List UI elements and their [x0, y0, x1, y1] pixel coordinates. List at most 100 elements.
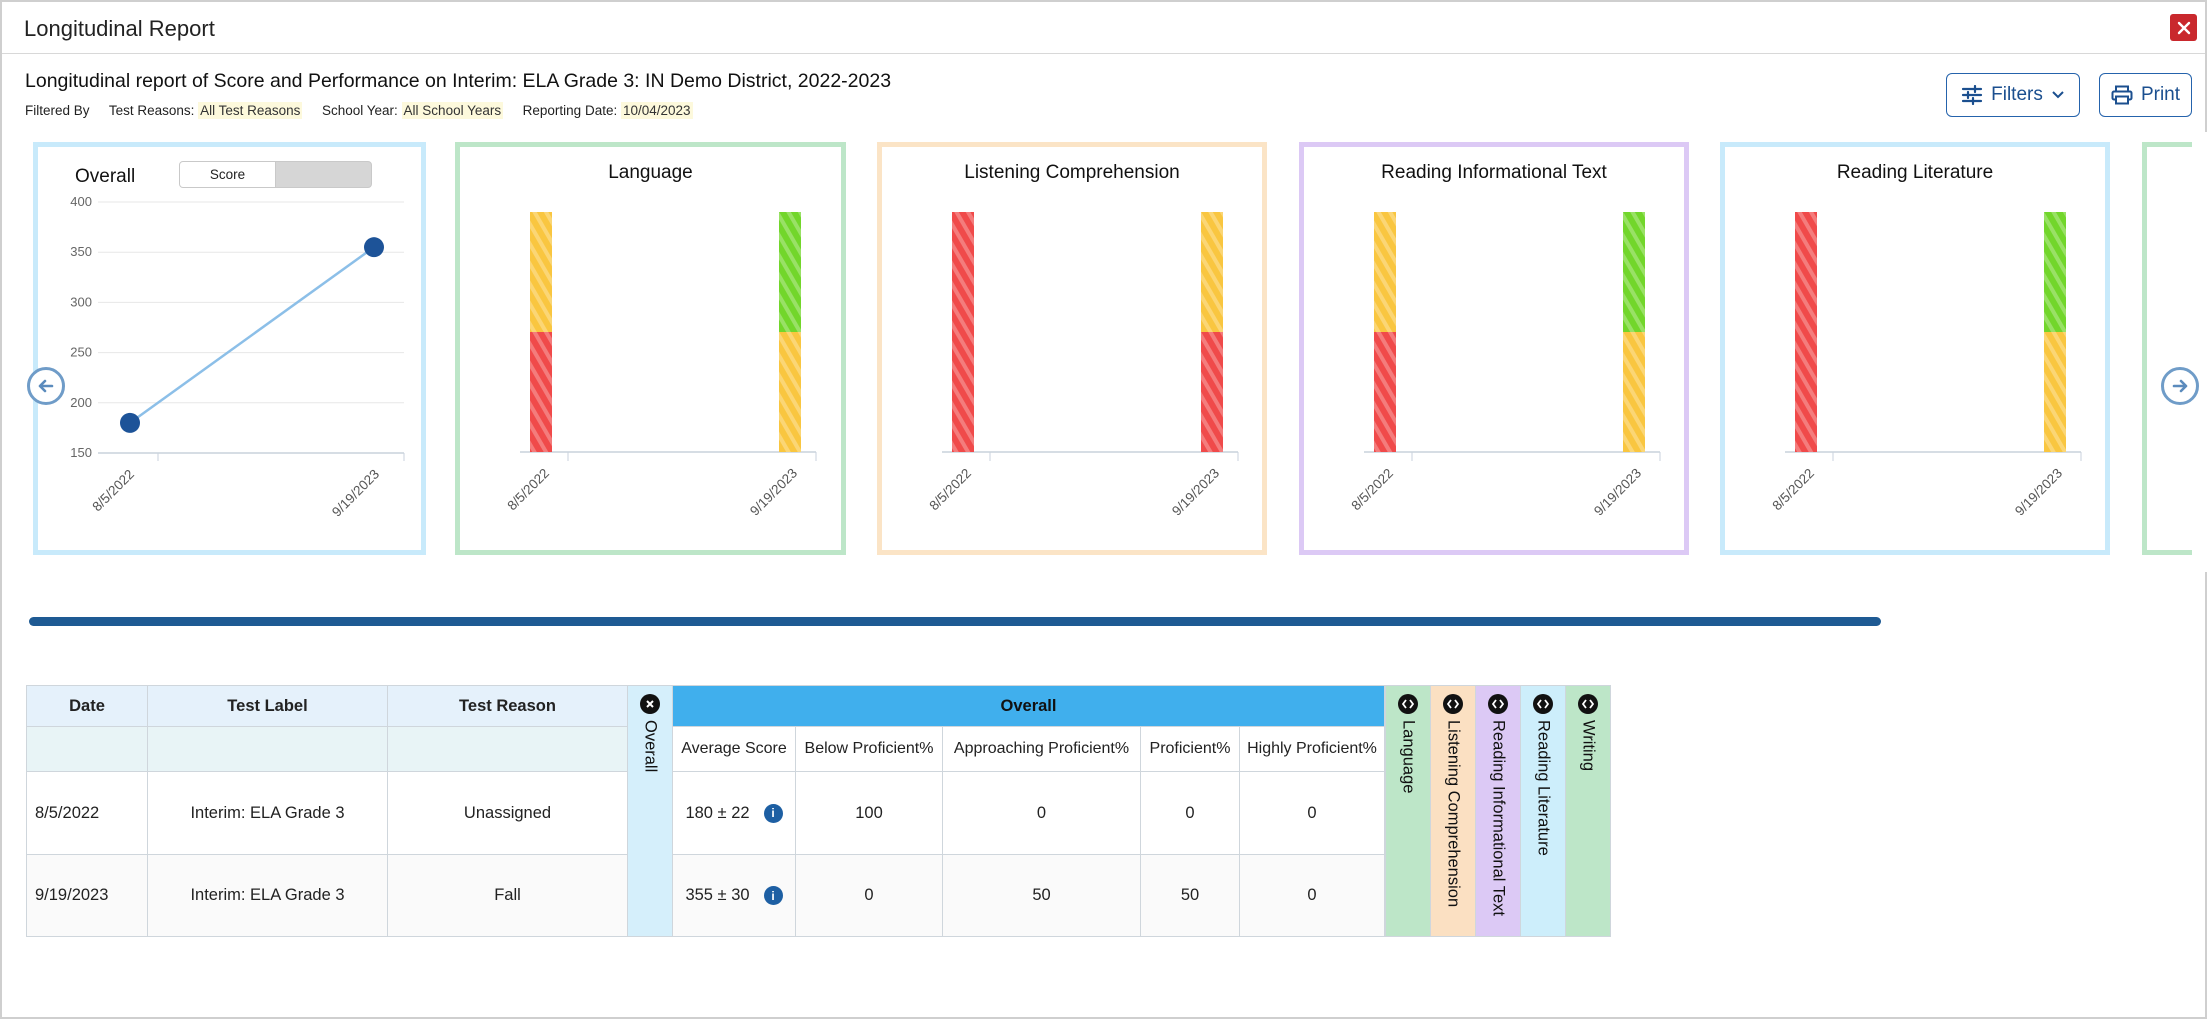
- x-tick-label: 8/5/2022: [504, 466, 552, 514]
- listening-comprehension-card[interactable]: Listening Comprehension 8/5/2022 9/19/202…: [877, 142, 1267, 555]
- row-1-proficient: 0: [1140, 771, 1240, 855]
- filtered-by-label: Filtered By: [25, 103, 90, 118]
- performance-bar-segment: [952, 212, 974, 452]
- filter-value-test-reasons: All Test Reasons: [198, 102, 303, 119]
- performance-bar-segment: [779, 332, 801, 452]
- expand-icon[interactable]: [1533, 694, 1553, 714]
- filter-value-school-year: All School Years: [401, 102, 504, 119]
- header-average-score[interactable]: Average Score: [672, 726, 796, 772]
- filter-summary: Filtered By Test Reasons: All Test Reaso…: [25, 102, 693, 119]
- header-date[interactable]: Date: [26, 685, 148, 727]
- collapse-icon[interactable]: [640, 694, 660, 714]
- writing-column-label: Writing: [1579, 720, 1598, 772]
- row-1-average-score: 180 ± 22 i: [672, 771, 796, 855]
- report-heading: Longitudinal report of Score and Perform…: [25, 70, 892, 92]
- filter-cell-test-label: [147, 726, 388, 772]
- y-tick-label: 250: [70, 345, 92, 360]
- reading-informational-text-expand-column[interactable]: Reading Informational Text: [1475, 685, 1521, 937]
- overall-collapse-column[interactable]: Overall: [627, 685, 673, 937]
- language-column-label: Language: [1399, 720, 1418, 794]
- row-2-approaching-proficient: 50: [942, 854, 1141, 937]
- filter-label-school-year: School Year:: [321, 103, 398, 118]
- row-1-test-label: Interim: ELA Grade 3: [147, 771, 388, 855]
- performance-bar-segment: [1795, 212, 1817, 452]
- performance-bar-segment: [1374, 332, 1396, 452]
- x-tick-label: 9/19/2023: [747, 466, 800, 519]
- close-button[interactable]: [2170, 14, 2197, 41]
- title-bar: Longitudinal Report: [2, 2, 2205, 54]
- x-tick-label: 9/19/2023: [1169, 466, 1222, 519]
- filters-button-label: Filters: [1991, 84, 2043, 105]
- header-below-proficient[interactable]: Below Proficient%: [795, 726, 943, 772]
- chevron-down-icon: [2052, 91, 2064, 99]
- row-1-approaching-proficient: 0: [942, 771, 1141, 855]
- row-1-test-reason: Unassigned: [387, 771, 628, 855]
- reading-informational-text-card[interactable]: Reading Informational Text 8/5/2022 9/19/…: [1299, 142, 1689, 555]
- y-tick-label: 400: [70, 194, 92, 209]
- filters-button[interactable]: Filters: [1946, 73, 2080, 117]
- expand-icon[interactable]: [1578, 694, 1598, 714]
- x-tick-label: 9/19/2023: [2012, 466, 2065, 519]
- performance-bar-segment: [1201, 212, 1223, 332]
- x-tick-label: 8/5/2022: [926, 466, 974, 514]
- carousel-previous-button[interactable]: [27, 367, 65, 405]
- sliders-icon: [1962, 85, 1983, 105]
- expand-icon[interactable]: [1443, 694, 1463, 714]
- print-button-label: Print: [2140, 84, 2181, 105]
- performance-bar-segment: [1374, 212, 1396, 332]
- expand-icon[interactable]: [1398, 694, 1418, 714]
- performance-bar-segment: [1623, 212, 1645, 332]
- reading-literature-card[interactable]: Reading Literature 8/5/2022 9/19/2023: [1720, 142, 2110, 555]
- results-table: Date Test Label Test Reason Overall Over…: [26, 685, 1613, 937]
- carousel-scrollbar[interactable]: [29, 617, 1881, 626]
- language-expand-column[interactable]: Language: [1385, 685, 1431, 937]
- row-2-test-reason: Fall: [387, 854, 628, 937]
- series-line: [129, 246, 375, 424]
- listening-comprehension-bar-chart: 8/5/2022 9/19/2023: [926, 212, 1239, 519]
- filter-value-reporting-date: 10/04/2023: [620, 102, 693, 119]
- row-2-proficient: 50: [1140, 854, 1240, 937]
- overall-card[interactable]: Overall Score 400 350 300 250 200 150 8/5/2022…: [33, 142, 426, 555]
- print-button[interactable]: Print: [2099, 73, 2192, 117]
- y-tick-label: 200: [70, 395, 92, 410]
- language-card[interactable]: Language 8/5/2022 9/19/2023: [455, 142, 846, 555]
- carousel-next-button[interactable]: [2161, 367, 2199, 405]
- header-highly-proficient[interactable]: Highly Proficient%: [1239, 726, 1385, 772]
- writing-expand-column[interactable]: Writing: [1565, 685, 1611, 937]
- reading-informational-text-bar-chart: 8/5/2022 9/19/2023: [1348, 212, 1661, 519]
- listening-comprehension-column-label: Listening Comprehension: [1444, 720, 1463, 908]
- x-tick-label: 8/5/2022: [1348, 466, 1396, 514]
- filter-label-test-reasons: Test Reasons:: [108, 103, 195, 118]
- close-icon: [2177, 21, 2190, 34]
- info-icon[interactable]: i: [763, 886, 783, 905]
- expand-icon[interactable]: [1488, 694, 1508, 714]
- x-tick-label: 9/19/2023: [1591, 466, 1644, 519]
- row-2-below-proficient: 0: [795, 854, 943, 937]
- header-test-reason[interactable]: Test Reason: [387, 685, 628, 727]
- row-1-average-score-value: 180 ± 22: [685, 803, 750, 822]
- row-2-highly-proficient: 0: [1239, 854, 1385, 937]
- performance-bar-segment: [779, 212, 801, 332]
- y-tick-label: 150: [70, 445, 92, 460]
- header-proficient[interactable]: Proficient%: [1140, 726, 1240, 772]
- row-2-test-label: Interim: ELA Grade 3: [147, 854, 388, 937]
- arrow-right-icon: [2172, 379, 2188, 393]
- reading-literature-expand-column[interactable]: Reading Literature: [1520, 685, 1566, 937]
- reading-literature-bar-chart: 8/5/2022 9/19/2023: [1769, 212, 2082, 519]
- carousel-edge: [2192, 132, 2207, 572]
- y-tick-label: 300: [70, 294, 92, 309]
- header-overall: Overall: [672, 685, 1385, 727]
- listening-comprehension-expand-column[interactable]: Listening Comprehension: [1430, 685, 1476, 937]
- performance-bar-segment: [530, 332, 552, 452]
- header-test-label[interactable]: Test Label: [147, 685, 388, 727]
- row-1-below-proficient: 100: [795, 771, 943, 855]
- printer-icon: [2111, 85, 2133, 105]
- reading-informational-text-column-label: Reading Informational Text: [1489, 720, 1508, 916]
- x-tick-label: 8/5/2022: [89, 467, 137, 515]
- performance-bar-segment: [1201, 332, 1223, 452]
- header-approaching-proficient[interactable]: Approaching Proficient%: [942, 726, 1141, 772]
- y-tick-label: 350: [70, 244, 92, 259]
- info-icon[interactable]: i: [763, 803, 783, 823]
- longitudinal-report-window: Longitudinal Report Longitudinal report …: [0, 0, 2207, 1019]
- row-2-date: 9/19/2023: [26, 854, 148, 937]
